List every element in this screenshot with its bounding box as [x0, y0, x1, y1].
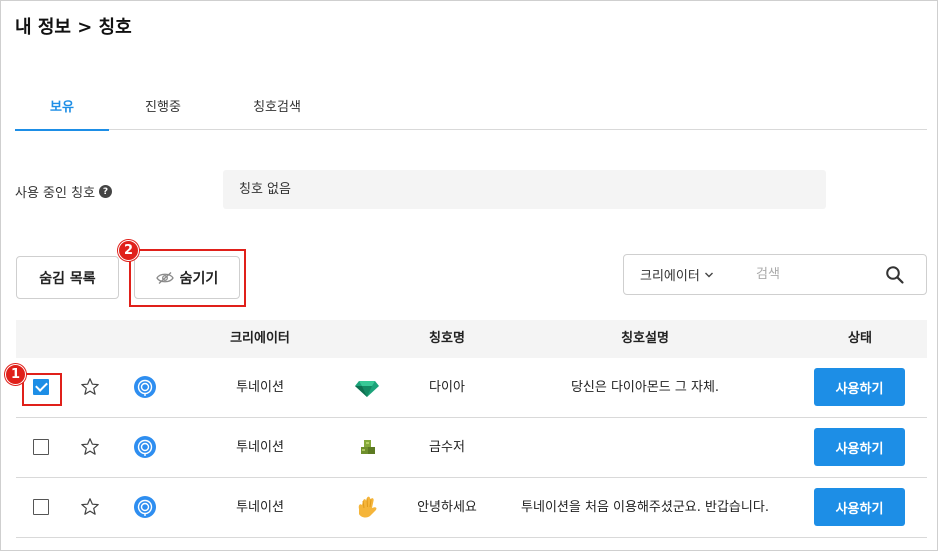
waving-hand-icon [358, 496, 377, 518]
title-description: 투네이션을 처음 이용해주셨군요. 반갑습니다. [521, 500, 769, 515]
header-status: 상태 [848, 331, 872, 346]
hidden-list-button[interactable]: 숨김 목록 [16, 256, 119, 299]
search-filter-dropdown[interactable]: 크리에이터 [640, 255, 714, 294]
search-icon[interactable] [885, 265, 905, 285]
annotation-badge-1: 1 [5, 364, 26, 385]
money-stack-icon [361, 440, 375, 454]
creator-logo-icon [134, 496, 156, 518]
star-icon[interactable] [80, 377, 100, 397]
star-icon[interactable] [80, 497, 100, 517]
header-creator: 크리에이터 [230, 331, 290, 346]
tab-bar: 보유 진행중 칭호검색 [15, 89, 927, 131]
row-checkbox[interactable] [33, 499, 49, 515]
table-row: 투네이션 금수저 사용하기 [16, 418, 927, 478]
hidden-list-button-label: 숨김 목록 [39, 270, 96, 287]
annotation-badge-2: 2 [118, 240, 139, 261]
chevron-down-icon [704, 272, 713, 277]
creator-logo-icon [134, 376, 156, 398]
table-header: 크리에이터 칭호명 칭호설명 상태 [16, 320, 927, 358]
tab-title-search[interactable]: 칭호검색 [227, 89, 327, 130]
current-title-label-text: 사용 중인 칭호 [15, 186, 96, 201]
current-title-value: 칭호 없음 [223, 170, 826, 209]
header-title-name: 칭호명 [429, 331, 465, 346]
search-bar: 크리에이터 검색 [623, 254, 927, 295]
title-name: 안녕하세요 [417, 500, 477, 515]
current-title-label: 사용 중인 칭호 ? [15, 182, 113, 201]
creator-name: 투네이션 [236, 380, 284, 395]
creator-name: 투네이션 [236, 440, 284, 455]
title-name: 다이아 [429, 380, 465, 395]
tab-owned[interactable]: 보유 [15, 89, 109, 131]
creator-logo-icon [134, 436, 156, 458]
title-name: 금수저 [429, 440, 465, 455]
table-row: 투네이션 안녕하세요 투네이션을 처음 이용해주셨군요. 반갑습니다. 사용하기 [16, 478, 927, 538]
row-checkbox[interactable] [33, 439, 49, 455]
use-button[interactable]: 사용하기 [814, 428, 905, 466]
title-table: 크리에이터 칭호명 칭호설명 상태 투네이션 다이아 당신은 다이아몬드 그 자… [16, 320, 927, 538]
header-description: 칭호설명 [621, 331, 669, 346]
search-input[interactable]: 검색 [756, 255, 780, 294]
use-button[interactable]: 사용하기 [814, 368, 905, 406]
help-icon[interactable]: ? [99, 185, 113, 198]
star-icon[interactable] [80, 437, 100, 457]
use-button[interactable]: 사용하기 [814, 488, 905, 526]
annotation-box-checkbox [22, 373, 62, 406]
title-description: 당신은 다이아몬드 그 자체. [570, 380, 720, 395]
creator-name: 투네이션 [236, 500, 284, 515]
search-filter-label: 크리에이터 [640, 269, 700, 284]
annotation-box-hide [129, 249, 246, 307]
table-row: 투네이션 다이아 당신은 다이아몬드 그 자체. 사용하기 [16, 358, 927, 418]
diamond-icon [355, 381, 379, 397]
breadcrumb: 내 정보 > 칭호 [15, 17, 132, 38]
tab-in-progress[interactable]: 진행중 [115, 89, 211, 130]
page-frame: 내 정보 > 칭호 보유 진행중 칭호검색 사용 중인 칭호 ? 칭호 없음 숨… [0, 0, 938, 551]
